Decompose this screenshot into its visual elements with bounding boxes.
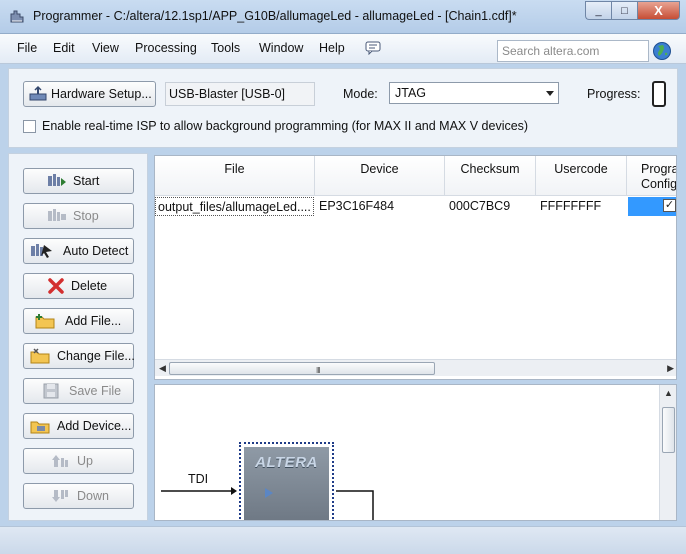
delete-button[interactable]: Delete bbox=[23, 273, 134, 299]
progress-label: Progress: bbox=[587, 87, 641, 101]
add-file-button[interactable]: Add File... bbox=[23, 308, 134, 334]
maximize-button[interactable]: □ bbox=[611, 1, 637, 20]
change-file-button[interactable]: Change File... bbox=[23, 343, 135, 369]
cell-file[interactable]: output_files/allumageLed.... bbox=[155, 197, 314, 216]
chevron-down-icon bbox=[546, 91, 554, 96]
save-file-button[interactable]: Save File bbox=[23, 378, 134, 404]
pin1-triangle-icon bbox=[265, 488, 273, 498]
altera-logo: ALTERA bbox=[255, 454, 318, 471]
stop-button[interactable]: Stop bbox=[23, 203, 134, 229]
hardware-setup-label: Hardware Setup... bbox=[51, 87, 152, 101]
programming-file-table: File Device Checksum Usercode Progra Con… bbox=[154, 155, 677, 380]
mode-label: Mode: bbox=[343, 87, 378, 101]
column-header-checksum[interactable]: Checksum bbox=[445, 156, 536, 196]
isp-checkbox[interactable] bbox=[23, 120, 36, 133]
add-device-icon bbox=[30, 421, 50, 434]
column-header-program-configure[interactable]: Progra Config bbox=[627, 156, 677, 196]
delete-icon bbox=[48, 278, 64, 294]
column-header-device[interactable]: Device bbox=[315, 156, 445, 196]
up-button[interactable]: Up bbox=[23, 448, 134, 474]
menu-file[interactable]: File bbox=[17, 41, 37, 55]
window-controls: _ □ X bbox=[585, 1, 680, 20]
save-disk-icon bbox=[43, 383, 59, 399]
start-icon bbox=[48, 174, 66, 186]
menu-edit[interactable]: Edit bbox=[53, 41, 75, 55]
down-arrow-icon bbox=[52, 490, 68, 502]
isp-label: Enable real-time ISP to allow background… bbox=[42, 119, 529, 133]
menu-view[interactable]: View bbox=[92, 41, 119, 55]
stop-icon bbox=[48, 209, 66, 221]
change-file-icon bbox=[30, 348, 50, 364]
minimize-button[interactable]: _ bbox=[585, 1, 611, 20]
table-header: File Device Checksum Usercode Progra Con… bbox=[155, 156, 677, 196]
program-configure-checkbox[interactable]: ✓ bbox=[663, 199, 676, 212]
start-button[interactable]: Start bbox=[23, 168, 134, 194]
cell-checksum[interactable]: 000C7BC9 bbox=[447, 197, 535, 216]
add-file-icon bbox=[35, 314, 55, 329]
jtag-chain-diagram: TDI ALTERA ▲ bbox=[154, 384, 677, 521]
programmer-app-icon bbox=[10, 10, 24, 23]
vertical-scrollbar[interactable]: ▲ bbox=[659, 385, 676, 520]
hardware-setup-button[interactable]: Hardware Setup... bbox=[23, 81, 156, 107]
scrollbar-grip: III bbox=[316, 366, 321, 375]
fpga-device[interactable]: ALTERA bbox=[239, 442, 334, 520]
mode-value: JTAG bbox=[395, 86, 427, 100]
auto-detect-button[interactable]: Auto Detect bbox=[23, 238, 134, 264]
scrollbar-thumb[interactable] bbox=[662, 407, 675, 453]
column-header-program-line2: Config bbox=[641, 177, 677, 191]
mode-select[interactable]: JTAG bbox=[389, 82, 559, 104]
up-arrow-icon bbox=[52, 455, 68, 467]
column-header-file[interactable]: File bbox=[155, 156, 315, 196]
chain-wires bbox=[161, 487, 374, 520]
menu-window[interactable]: Window bbox=[259, 41, 303, 55]
action-buttons-panel: Start Stop Auto Detect Delete Add File..… bbox=[8, 153, 148, 521]
hardware-toolbar: Hardware Setup... USB-Blaster [USB-0] Mo… bbox=[8, 68, 678, 148]
horizontal-scrollbar[interactable]: ◀ III ▶ bbox=[155, 359, 676, 376]
cell-device[interactable]: EP3C16F484 bbox=[317, 197, 443, 216]
menu-processing[interactable]: Processing bbox=[135, 41, 197, 55]
scroll-left-icon[interactable]: ◀ bbox=[159, 363, 166, 374]
status-bar bbox=[0, 526, 686, 554]
scroll-right-icon[interactable]: ▶ bbox=[667, 363, 674, 374]
hardware-icon bbox=[29, 85, 47, 101]
cell-usercode[interactable]: FFFFFFFF bbox=[538, 197, 626, 216]
chip-body: ALTERA bbox=[244, 447, 329, 520]
column-header-program-line1: Progra bbox=[641, 162, 677, 176]
close-button[interactable]: X bbox=[637, 1, 680, 20]
scroll-up-icon[interactable]: ▲ bbox=[664, 388, 673, 398]
menu-tools[interactable]: Tools bbox=[211, 41, 240, 55]
table-row[interactable]: output_files/allumageLed.... EP3C16F484 … bbox=[155, 197, 676, 216]
hardware-field: USB-Blaster [USB-0] bbox=[165, 82, 315, 106]
speech-bubble-icon[interactable] bbox=[365, 41, 381, 55]
window-title: Programmer - C:/altera/12.1sp1/APP_G10B/… bbox=[33, 9, 517, 23]
title-bar: Programmer - C:/altera/12.1sp1/APP_G10B/… bbox=[0, 0, 686, 34]
down-button[interactable]: Down bbox=[23, 483, 134, 509]
globe-icon[interactable] bbox=[652, 41, 672, 61]
auto-detect-icon bbox=[31, 244, 52, 258]
scrollbar-thumb[interactable]: III bbox=[169, 362, 435, 375]
search-input[interactable]: Search altera.com bbox=[497, 40, 649, 62]
column-header-usercode[interactable]: Usercode bbox=[536, 156, 627, 196]
progress-bar bbox=[652, 81, 666, 107]
menu-help[interactable]: Help bbox=[319, 41, 345, 55]
add-device-button[interactable]: Add Device... bbox=[23, 413, 134, 439]
